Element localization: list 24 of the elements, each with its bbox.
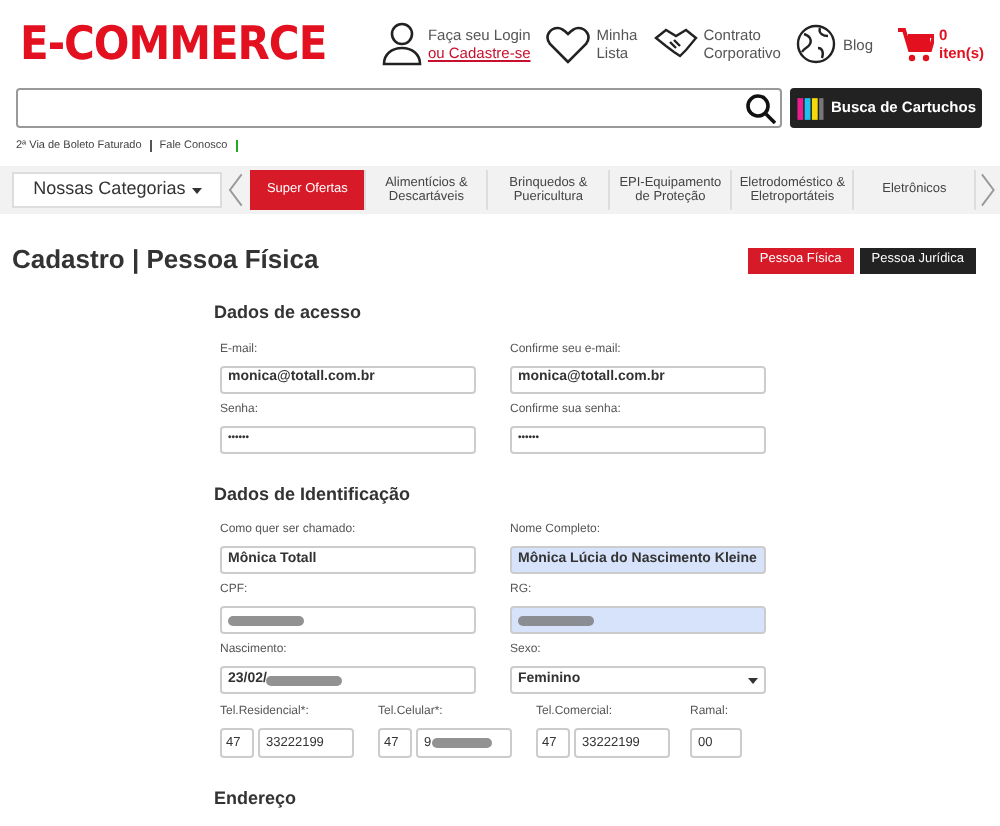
logo[interactable]: E-COMMERCE [20, 20, 360, 68]
caret-icon [191, 187, 202, 193]
redaction-blur [518, 615, 594, 625]
search-field[interactable] [16, 88, 782, 128]
section-heading: Dados de Identificação [214, 481, 413, 508]
input-field[interactable] [510, 606, 766, 634]
section-heading: Endereço [214, 786, 299, 812]
redaction-blur [228, 615, 304, 625]
page-title: Cadastro | Pessoa Física [12, 242, 319, 279]
redaction-blur [431, 738, 492, 748]
section-heading: Dados de acesso [214, 300, 364, 326]
input-field[interactable] [220, 606, 476, 634]
caret-icon[interactable] [748, 677, 758, 683]
cartridges-icon [796, 93, 825, 123]
globe-icon[interactable] [796, 24, 837, 64]
chevron-left-icon[interactable] [228, 172, 245, 208]
chevron-right-icon[interactable] [980, 172, 996, 208]
categories-dropdown[interactable]: Nossas Categorias [12, 172, 223, 208]
cart-icon[interactable] [897, 27, 933, 61]
handshake-icon[interactable] [653, 28, 698, 60]
search-icon[interactable] [746, 93, 776, 123]
user-icon[interactable] [381, 22, 422, 66]
heart-icon[interactable] [546, 25, 591, 63]
redaction-blur [266, 675, 343, 685]
